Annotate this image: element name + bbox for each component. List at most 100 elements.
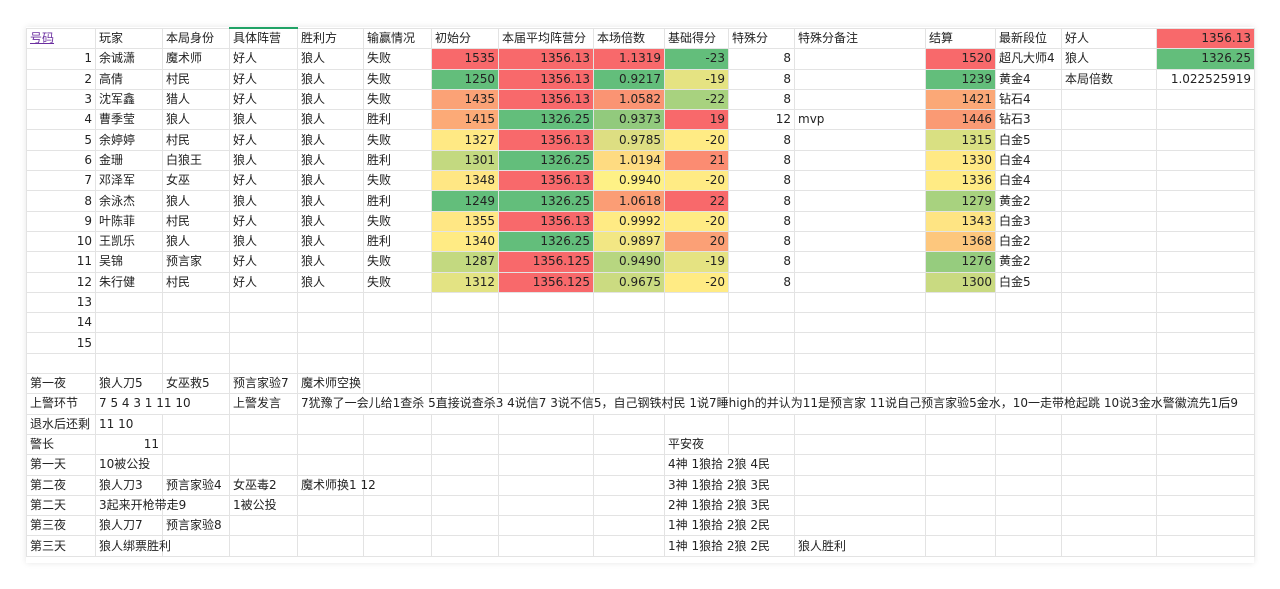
player-avg-cell[interactable]: 1356.13 [498,48,594,70]
player-settle-cell[interactable]: 1276 [925,251,996,273]
player-winner-cell[interactable]: 狼人 [297,170,364,192]
cell[interactable] [593,413,665,435]
player-role-cell[interactable]: 狼人 [162,109,230,131]
player-role-cell[interactable]: 猎人 [162,88,230,111]
player-base-cell[interactable]: -20 [664,170,729,192]
player-rank-cell[interactable]: 钻石4 [995,88,1062,111]
safe-night-cell[interactable]: 2神 1狼拾 2狼 3民 [664,494,795,517]
log-cell[interactable]: 11 10 [95,413,163,435]
player-special-cell[interactable]: 8 [728,170,795,192]
player-init-cell[interactable]: 1355 [431,210,499,232]
player-role-cell[interactable]: 村民 [162,210,230,232]
cell[interactable] [794,474,926,496]
player-note-cell[interactable] [794,48,926,70]
player-camp-cell[interactable]: 狼人 [229,230,298,253]
cell[interactable] [1061,413,1157,435]
row-number-cell[interactable]: 13 [26,291,96,314]
cell[interactable] [1061,149,1157,172]
player-rank-cell[interactable]: 黄金4 [995,68,1062,90]
cell[interactable] [431,433,499,456]
player-settle-cell[interactable]: 1446 [925,109,996,131]
player-name-cell[interactable]: 金珊 [95,149,163,172]
column-header[interactable]: 玩家 [95,27,163,50]
player-no-cell[interactable]: 12 [26,271,96,293]
player-role-cell[interactable]: 村民 [162,68,230,90]
player-avg-cell[interactable]: 1356.13 [498,88,594,111]
cell[interactable] [363,454,432,476]
cell[interactable] [162,312,230,334]
cell[interactable] [664,352,729,375]
cell[interactable] [593,332,665,354]
cell[interactable] [1156,109,1255,131]
safe-night-cell[interactable]: 1神 1狼拾 2狼 2民 [664,535,795,557]
cell[interactable] [363,535,432,557]
cell[interactable] [794,373,926,395]
player-name-cell[interactable]: 曹季莹 [95,109,163,131]
cell[interactable] [1061,352,1157,375]
cell[interactable] [925,312,996,334]
column-header[interactable]: 本届平均阵营分 [498,27,594,50]
cell[interactable] [995,474,1062,496]
player-base-cell[interactable]: 22 [664,190,729,212]
cell[interactable] [297,291,364,314]
log-cell[interactable]: 狼人刀7 [95,515,163,537]
player-note-cell[interactable] [794,149,926,172]
cell[interactable] [995,413,1062,435]
player-camp-cell[interactable]: 好人 [229,48,298,70]
cell[interactable] [593,474,665,496]
cell[interactable] [1156,291,1255,314]
cell[interactable] [728,332,795,354]
cell[interactable] [664,373,729,395]
player-init-cell[interactable]: 1348 [431,170,499,192]
player-rank-cell[interactable]: 白金2 [995,230,1062,253]
side-label[interactable]: 本局倍数 [1061,68,1157,90]
log-cell[interactable]: 预言家验8 [162,515,230,537]
cell[interactable] [1156,515,1255,537]
cell[interactable] [431,352,499,375]
player-winner-cell[interactable]: 狼人 [297,210,364,232]
player-winner-cell[interactable]: 狼人 [297,190,364,212]
player-special-cell[interactable]: 8 [728,68,795,90]
cell[interactable] [925,515,996,537]
side-value[interactable]: 1356.13 [1156,27,1255,50]
player-role-cell[interactable]: 白狼王 [162,149,230,172]
cell[interactable] [498,332,594,354]
player-note-cell[interactable] [794,251,926,273]
player-settle-cell[interactable]: 1279 [925,190,996,212]
cell[interactable] [498,291,594,314]
player-avg-cell[interactable]: 1356.13 [498,68,594,90]
cell[interactable] [431,515,499,537]
player-init-cell[interactable]: 1301 [431,149,499,172]
cell[interactable] [363,291,432,314]
cell[interactable] [297,312,364,334]
cell[interactable] [1061,433,1157,456]
player-avg-cell[interactable]: 1356.13 [498,129,594,151]
cell[interactable] [593,433,665,456]
player-special-cell[interactable]: 8 [728,271,795,293]
cell[interactable] [728,373,795,395]
log-cell[interactable]: 预言家验4 [162,474,230,496]
player-mult-cell[interactable]: 0.9992 [593,210,665,232]
cell[interactable] [995,454,1062,476]
player-base-cell[interactable]: -20 [664,210,729,232]
cell[interactable] [498,515,594,537]
player-name-cell[interactable]: 沈军鑫 [95,88,163,111]
player-no-cell[interactable]: 5 [26,129,96,151]
player-rank-cell[interactable]: 超凡大师4 [995,48,1062,70]
log-label-cell[interactable]: 上警环节 [26,393,96,415]
cell[interactable] [498,454,594,476]
player-settle-cell[interactable]: 1336 [925,170,996,192]
cell[interactable] [431,332,499,354]
player-name-cell[interactable]: 王凯乐 [95,230,163,253]
player-mult-cell[interactable]: 0.9490 [593,251,665,273]
cell[interactable] [498,494,594,517]
player-winner-cell[interactable]: 狼人 [297,109,364,131]
cell[interactable] [297,352,364,375]
player-init-cell[interactable]: 1287 [431,251,499,273]
cell[interactable] [363,433,432,456]
player-result-cell[interactable]: 失败 [363,271,432,293]
player-settle-cell[interactable]: 1368 [925,230,996,253]
column-header[interactable]: 特殊分备注 [794,27,926,50]
cell[interactable] [229,312,298,334]
cell[interactable] [431,312,499,334]
